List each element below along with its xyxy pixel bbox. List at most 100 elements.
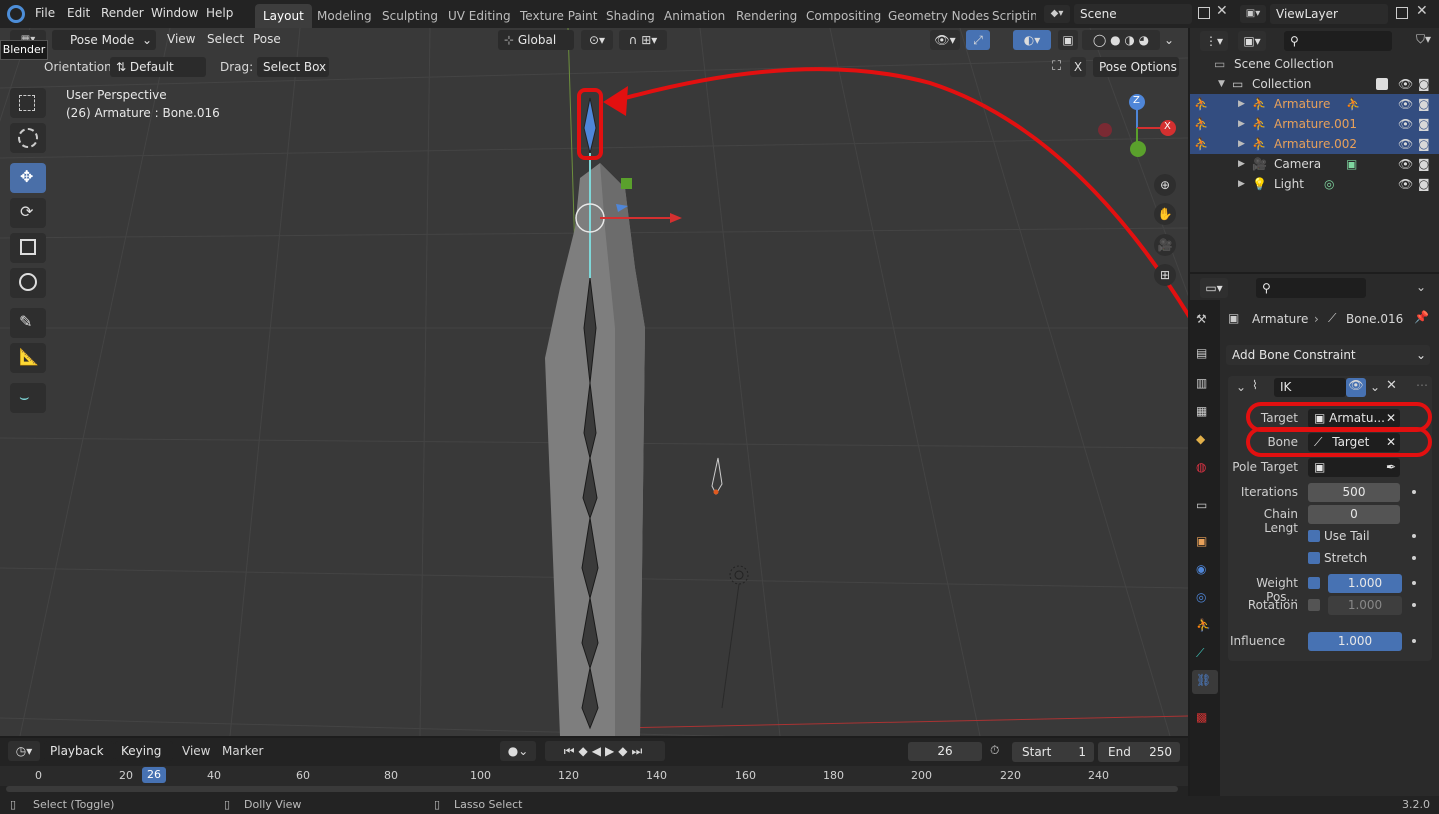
collapse-icon[interactable]: ⌄ xyxy=(1236,380,1246,394)
overlay-visibility-icon[interactable]: 👁▾ xyxy=(930,30,960,50)
close-icon[interactable]: ✕ xyxy=(1386,378,1397,393)
annotate-tool-icon[interactable]: ✎ xyxy=(10,308,46,338)
keying-menu[interactable]: Keying ⌄ xyxy=(115,741,173,778)
pin-icon[interactable]: 📌 xyxy=(1414,310,1429,324)
pole-target-field[interactable]: ▣ ✒ xyxy=(1308,458,1400,477)
tab-uv-editing[interactable]: UV Editing xyxy=(440,4,519,28)
end-frame-field[interactable]: End 250 xyxy=(1098,742,1180,762)
pivot-point-icon[interactable]: ⊙▾ xyxy=(581,30,613,50)
playback-menu[interactable]: Playback ⌄ xyxy=(44,741,114,778)
tab-modeling[interactable]: Modeling xyxy=(309,4,380,28)
view-layer-tab-icon[interactable]: ▦ xyxy=(1196,404,1207,418)
stopwatch-icon[interactable]: ⏱ xyxy=(990,743,999,758)
outliner-scene-collection[interactable]: ▭ Scene Collection xyxy=(1190,54,1439,74)
outliner-item-armature[interactable]: ⛹ ▶ ⛹ Armature ⛹ 👁 ◙ xyxy=(1190,94,1439,114)
mirror-icon[interactable]: ⛶ xyxy=(1052,59,1061,74)
overlays-toggle-icon[interactable]: ◐▾ xyxy=(1013,30,1051,50)
scene-field[interactable]: Scene xyxy=(1074,4,1192,24)
timeline-view-menu[interactable]: View xyxy=(182,744,210,758)
keyframe-dot-icon[interactable] xyxy=(1412,603,1416,607)
rotate-tool-icon[interactable]: ⟳ xyxy=(10,198,46,228)
navigation-gizmo[interactable]: Z X xyxy=(1097,90,1183,170)
outliner-display-icon[interactable]: ▣▾ xyxy=(1238,31,1266,51)
outliner-editor-icon[interactable]: ⋮▾ xyxy=(1200,31,1228,51)
menu-help[interactable]: Help xyxy=(206,6,233,20)
camera-icon[interactable]: ◙ xyxy=(1418,74,1430,94)
scale-tool-icon[interactable] xyxy=(10,233,46,263)
use-tail-checkbox[interactable] xyxy=(1308,530,1320,542)
camera-icon[interactable]: ◙ xyxy=(1418,94,1430,114)
scene-icon[interactable]: ◆▾ xyxy=(1044,5,1070,23)
camera-icon[interactable]: ◙ xyxy=(1418,154,1430,174)
eye-icon[interactable]: 👁 xyxy=(1398,174,1413,194)
weight-position-field[interactable]: 1.000 xyxy=(1328,574,1402,593)
collection-tab-icon[interactable]: ▭ xyxy=(1196,498,1207,512)
cursor-tool-icon[interactable] xyxy=(10,123,46,153)
outliner-item-light[interactable]: ▶ 💡 Light ◎ 👁 ◙ xyxy=(1190,174,1439,194)
world-tab-icon[interactable]: ◍ xyxy=(1196,460,1206,474)
3d-viewport[interactable]: User Perspective (26) Armature : Bone.01… xyxy=(0,28,1188,736)
influence-field[interactable]: 1.000 xyxy=(1308,632,1402,651)
tab-texture-paint[interactable]: Texture Paint xyxy=(512,4,605,28)
outliner-item-camera[interactable]: ▶ 🎥 Camera ▣ 👁 ◙ xyxy=(1190,154,1439,174)
bone-constraint-tab[interactable]: ⛓ xyxy=(1192,670,1218,694)
filter-icon[interactable]: ⛉▾ xyxy=(1416,32,1431,47)
weight-position-checkbox[interactable] xyxy=(1308,577,1320,589)
keyframe-dot-icon[interactable] xyxy=(1412,534,1416,538)
output-tab-icon[interactable]: ▥ xyxy=(1196,376,1207,390)
tab-scripting[interactable]: Scripting xyxy=(984,4,1036,28)
measure-tool-icon[interactable]: 📐 xyxy=(10,343,46,373)
playback-controls-icon[interactable]: ⏮◆◀▶◆⏭ xyxy=(545,741,665,761)
tab-shading[interactable]: Shading xyxy=(598,4,663,28)
current-frame-indicator[interactable]: 26 xyxy=(142,767,166,783)
iterations-field[interactable]: 500 xyxy=(1308,483,1400,502)
camera-icon[interactable]: ◙ xyxy=(1418,174,1430,194)
tab-rendering[interactable]: Rendering xyxy=(728,4,805,28)
rotation-field[interactable]: 1.000 xyxy=(1328,596,1402,615)
xray-toggle-icon[interactable]: ▣ xyxy=(1058,30,1078,50)
tab-compositing[interactable]: Compositing xyxy=(798,4,889,28)
rotation-checkbox[interactable] xyxy=(1308,599,1320,611)
eye-icon[interactable]: 👁 xyxy=(1398,94,1413,114)
outliner-search-input[interactable]: ⚲ xyxy=(1284,31,1392,51)
drag-select[interactable]: Select Box xyxy=(257,57,329,77)
constraint-name-field[interactable]: IK xyxy=(1274,378,1346,397)
texture-tab-icon[interactable]: ▩ xyxy=(1196,710,1207,724)
keyframe-dot-icon[interactable] xyxy=(1412,490,1416,494)
viewlayer-copy-icon[interactable] xyxy=(1396,7,1408,19)
menu-view[interactable]: View xyxy=(167,32,195,46)
eyedropper-icon[interactable]: ✒ xyxy=(1386,458,1396,477)
auto-keying-icon[interactable]: ●⌄ xyxy=(500,741,536,761)
render-tab-icon[interactable]: ▤ xyxy=(1196,346,1207,360)
transform-orientation-select[interactable]: ⊹ Global xyxy=(498,30,574,50)
tab-geometry-nodes[interactable]: Geometry Nodes xyxy=(880,4,997,28)
orientation-select[interactable]: ⇅ Default xyxy=(110,57,206,77)
add-bone-constraint-button[interactable]: Add Bone Constraint ⌄ xyxy=(1226,345,1430,365)
ortho-grid-icon[interactable]: ⊞ xyxy=(1154,264,1176,286)
outliner-item-armature-002[interactable]: ⛹ ▶ ⛹ Armature.002 👁 ◙ xyxy=(1190,134,1439,154)
scene-close-icon[interactable]: ✕ xyxy=(1216,3,1228,19)
camera-icon[interactable]: ◙ xyxy=(1418,134,1430,154)
outliner-item-armature-001[interactable]: ⛹ ▶ ⛹ Armature.001 👁 ◙ xyxy=(1190,114,1439,134)
bone-tab-icon[interactable]: ⟋ xyxy=(1196,646,1204,661)
eye-icon[interactable]: 👁 xyxy=(1398,74,1413,94)
modifier-tab-icon[interactable]: ◉ xyxy=(1196,562,1206,576)
viewlayer-icon[interactable]: ▣▾ xyxy=(1240,5,1266,23)
tool-tab-icon[interactable]: ⚒ xyxy=(1196,312,1207,326)
eye-icon[interactable]: 👁 xyxy=(1398,154,1413,174)
checkbox-icon[interactable] xyxy=(1376,78,1388,90)
menu-render[interactable]: Render xyxy=(101,6,144,20)
tab-animation[interactable]: Animation xyxy=(656,4,733,28)
menu-file[interactable]: File xyxy=(35,6,55,20)
select-box-tool-icon[interactable] xyxy=(10,88,46,118)
camera-view-icon[interactable]: 🎥 xyxy=(1154,234,1176,256)
scene-copy-icon[interactable] xyxy=(1198,7,1210,19)
physics-tab-icon[interactable]: ◎ xyxy=(1196,590,1206,604)
gizmo-toggle-icon[interactable]: ⤢ xyxy=(966,30,990,50)
timeline-editor-icon[interactable]: ◷▾ xyxy=(8,741,40,761)
object-tab-icon[interactable]: ▣ xyxy=(1196,534,1207,548)
tab-layout[interactable]: Layout xyxy=(255,4,312,28)
keyframe-dot-icon[interactable] xyxy=(1412,581,1416,585)
timeline-scrollbar[interactable] xyxy=(6,786,1178,792)
menu-window[interactable]: Window xyxy=(151,6,198,20)
